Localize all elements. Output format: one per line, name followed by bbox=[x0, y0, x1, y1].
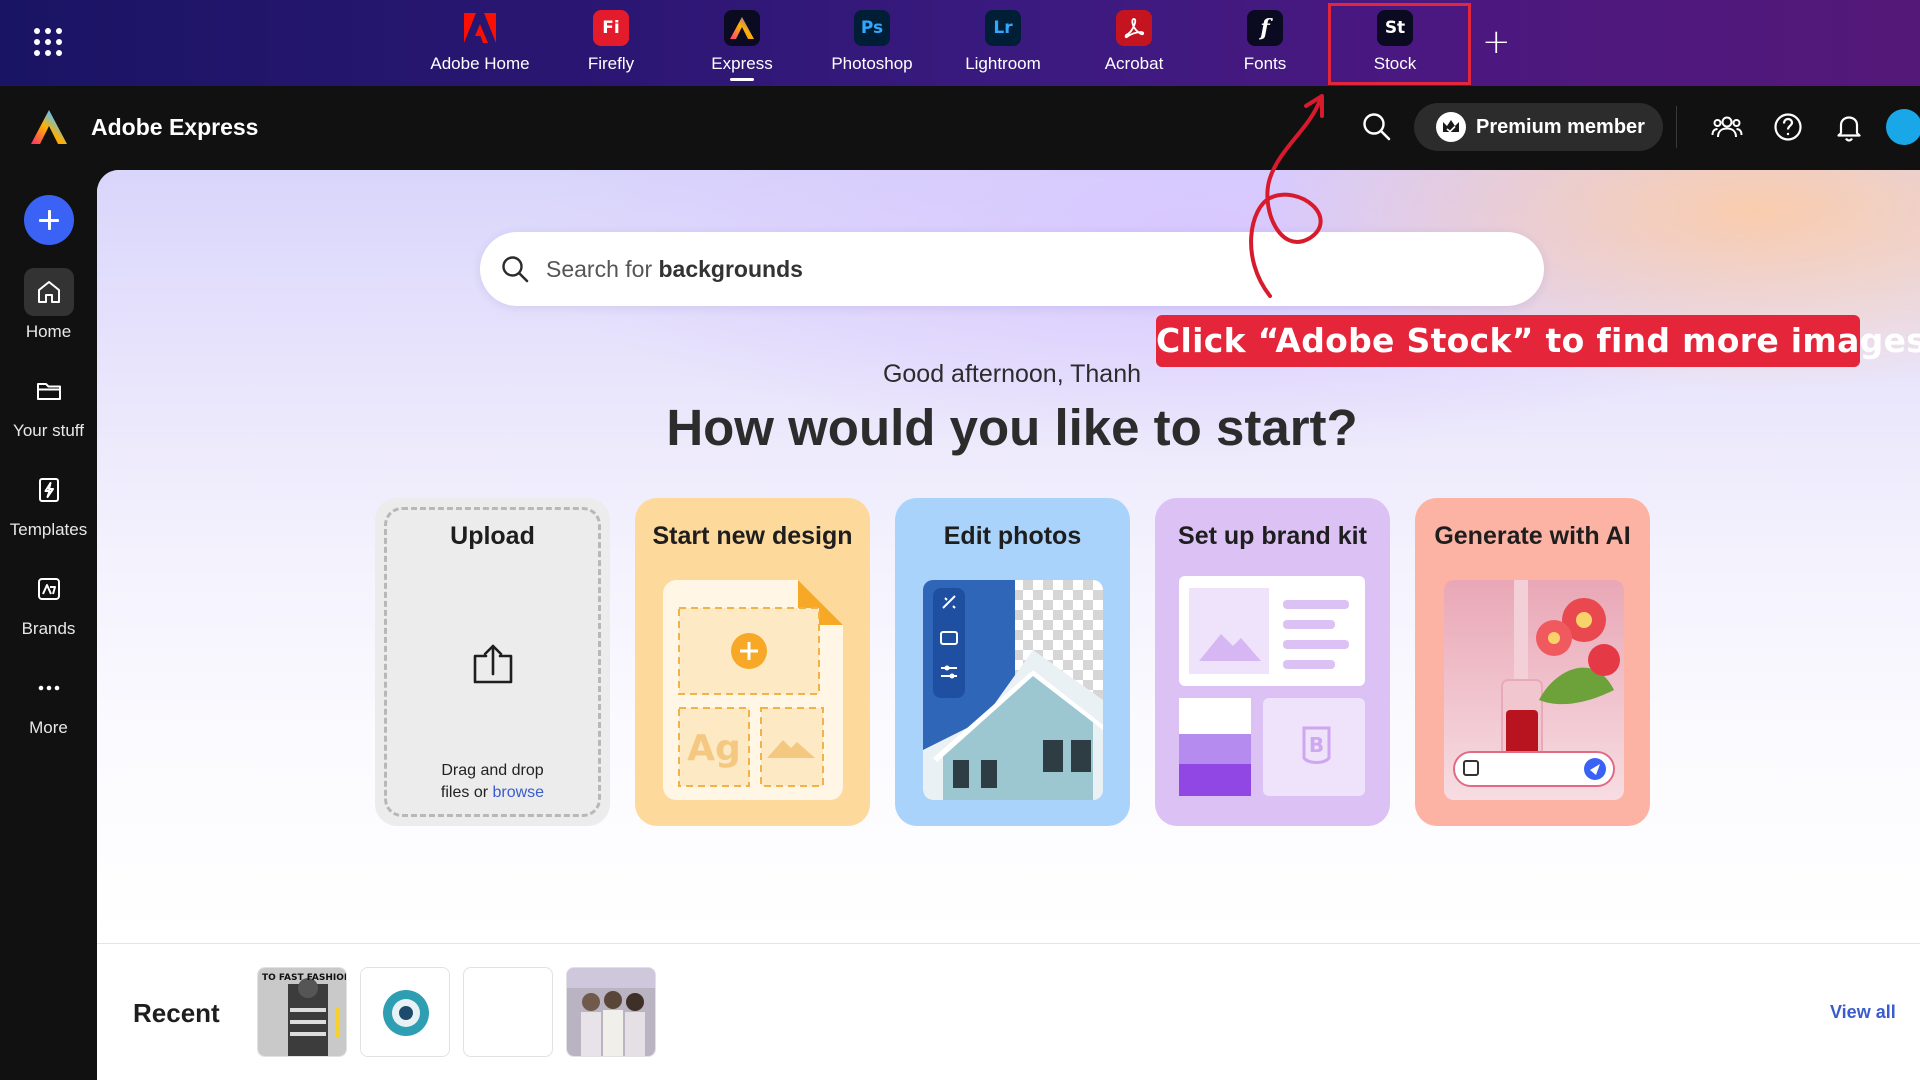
card-title: Start new design bbox=[652, 522, 853, 550]
app-acrobat[interactable]: Acrobat bbox=[1070, 0, 1198, 86]
brand-kit-illustration: B bbox=[1179, 576, 1365, 796]
home-icon bbox=[23, 268, 74, 316]
create-new-button[interactable] bbox=[24, 195, 74, 245]
fonts-icon: f bbox=[1247, 10, 1283, 46]
upload-icon bbox=[472, 642, 514, 691]
templates-icon bbox=[24, 466, 74, 514]
adobe-logo-icon bbox=[462, 10, 498, 46]
app-label: Fonts bbox=[1243, 54, 1287, 73]
recent-thumb-image bbox=[567, 968, 655, 1056]
card-title: Edit photos bbox=[943, 522, 1082, 550]
acrobat-icon bbox=[1116, 10, 1152, 46]
card-title: Generate with AI bbox=[1434, 522, 1631, 550]
firefly-icon: Fi bbox=[593, 10, 629, 46]
help-icon[interactable] bbox=[1772, 111, 1804, 143]
recent-thumb[interactable]: TO FAST FASHION bbox=[257, 967, 347, 1057]
nav-label: Your stuff bbox=[13, 421, 84, 440]
search-placeholder: Search for backgrounds bbox=[546, 256, 803, 283]
folder-icon bbox=[24, 367, 74, 415]
main-content: Search for backgrounds Good afternoon, T… bbox=[97, 170, 1920, 1080]
new-design-illustration: Ag bbox=[663, 580, 843, 800]
recent-title: Recent bbox=[133, 998, 220, 1028]
view-all-link[interactable]: View all bbox=[1830, 1002, 1896, 1023]
recent-thumb-image bbox=[361, 968, 449, 1056]
browse-link[interactable]: browse bbox=[493, 784, 545, 801]
app-express[interactable]: Express bbox=[678, 0, 806, 86]
more-icon bbox=[24, 664, 74, 712]
card-title: Set up brand kit bbox=[1178, 522, 1367, 550]
section-divider bbox=[97, 943, 1920, 944]
brand-name: Adobe Express bbox=[91, 114, 259, 140]
nav-item-templates[interactable]: Templates bbox=[0, 466, 97, 540]
app-label: Photoshop bbox=[831, 54, 913, 73]
stock-highlight-box bbox=[1328, 3, 1471, 85]
ai-image-illustration bbox=[1444, 580, 1624, 800]
hero-section: Search for backgrounds Good afternoon, T… bbox=[97, 170, 1920, 943]
brand-kit-card[interactable]: Set up brand kit B bbox=[1155, 498, 1390, 826]
search-input[interactable]: Search for backgrounds bbox=[480, 232, 1544, 306]
recent-thumb[interactable] bbox=[463, 967, 553, 1057]
brands-icon bbox=[24, 565, 74, 613]
search-keyword: backgrounds bbox=[658, 255, 803, 282]
premium-member-button[interactable]: Premium member bbox=[1414, 103, 1663, 151]
app-label: Acrobat bbox=[1104, 54, 1164, 73]
express-logo-icon bbox=[724, 10, 760, 46]
bell-icon[interactable] bbox=[1833, 111, 1865, 143]
start-new-design-card[interactable]: Start new design Ag bbox=[635, 498, 870, 826]
avatar[interactable] bbox=[1886, 109, 1920, 145]
lightroom-icon: Lr bbox=[985, 10, 1021, 46]
recent-thumb-text: TO FAST FASHION bbox=[262, 973, 347, 983]
app-label: Lightroom bbox=[965, 54, 1041, 73]
drop-instructions: Drag and drop files or browse bbox=[375, 760, 610, 804]
recent-thumb-image: TO FAST FASHION bbox=[258, 968, 347, 1056]
generate-with-ai-card[interactable]: Generate with AI bbox=[1415, 498, 1650, 826]
adobe-express-logo-icon[interactable] bbox=[30, 108, 68, 146]
edit-photos-illustration bbox=[923, 580, 1103, 800]
search-icon[interactable] bbox=[1361, 111, 1393, 143]
recent-thumb[interactable] bbox=[360, 967, 450, 1057]
app-label: Adobe Home bbox=[430, 54, 530, 73]
premium-label: Premium member bbox=[1476, 115, 1645, 138]
search-prefix: Search for bbox=[546, 255, 653, 282]
drop-line-2: files or bbox=[440, 784, 489, 801]
app-label: Firefly bbox=[587, 54, 635, 73]
add-app-icon[interactable]: + bbox=[1482, 22, 1511, 62]
app-lightroom[interactable]: Lr Lightroom bbox=[939, 0, 1067, 86]
svg-text:Ag: Ag bbox=[687, 728, 741, 769]
upload-card[interactable]: Upload Drag and drop files or browse bbox=[375, 498, 610, 826]
card-title: Upload bbox=[450, 522, 535, 550]
app-adobe-home[interactable]: Adobe Home bbox=[416, 0, 544, 86]
active-app-indicator bbox=[730, 78, 754, 81]
page-title: How would you like to start? bbox=[666, 399, 1358, 456]
nav-item-your-stuff[interactable]: Your stuff bbox=[0, 367, 97, 441]
nav-item-home[interactable]: Home bbox=[0, 268, 97, 342]
nav-item-brands[interactable]: Brands bbox=[0, 565, 97, 639]
drop-line-1: Drag and drop bbox=[441, 762, 544, 779]
nav-label: Templates bbox=[9, 520, 88, 539]
app-photoshop[interactable]: Ps Photoshop bbox=[808, 0, 936, 86]
app-label: Express bbox=[711, 54, 773, 73]
app-firefly[interactable]: Fi Firefly bbox=[547, 0, 675, 86]
nav-label: More bbox=[29, 718, 68, 737]
app-fonts[interactable]: f Fonts bbox=[1201, 0, 1329, 86]
header-divider bbox=[1676, 106, 1677, 148]
nav-label: Home bbox=[25, 322, 72, 341]
annotation-arrow bbox=[1249, 94, 1324, 298]
nav-label: Brands bbox=[21, 619, 76, 638]
people-icon[interactable] bbox=[1711, 111, 1743, 143]
annotation-callout: Click “Adobe Stock” to find more images bbox=[1156, 315, 1920, 367]
app-switcher-bar: Adobe Home Fi Firefly Express Ps Photosh… bbox=[0, 0, 1920, 86]
edit-photos-card[interactable]: Edit photos bbox=[895, 498, 1130, 826]
app-grid-icon[interactable] bbox=[34, 28, 62, 56]
photoshop-icon: Ps bbox=[854, 10, 890, 46]
search-icon bbox=[500, 254, 530, 284]
crown-icon bbox=[1436, 112, 1466, 142]
recent-thumb[interactable] bbox=[566, 967, 656, 1057]
svg-text:B: B bbox=[1309, 733, 1324, 757]
nav-item-more[interactable]: More bbox=[0, 664, 97, 738]
